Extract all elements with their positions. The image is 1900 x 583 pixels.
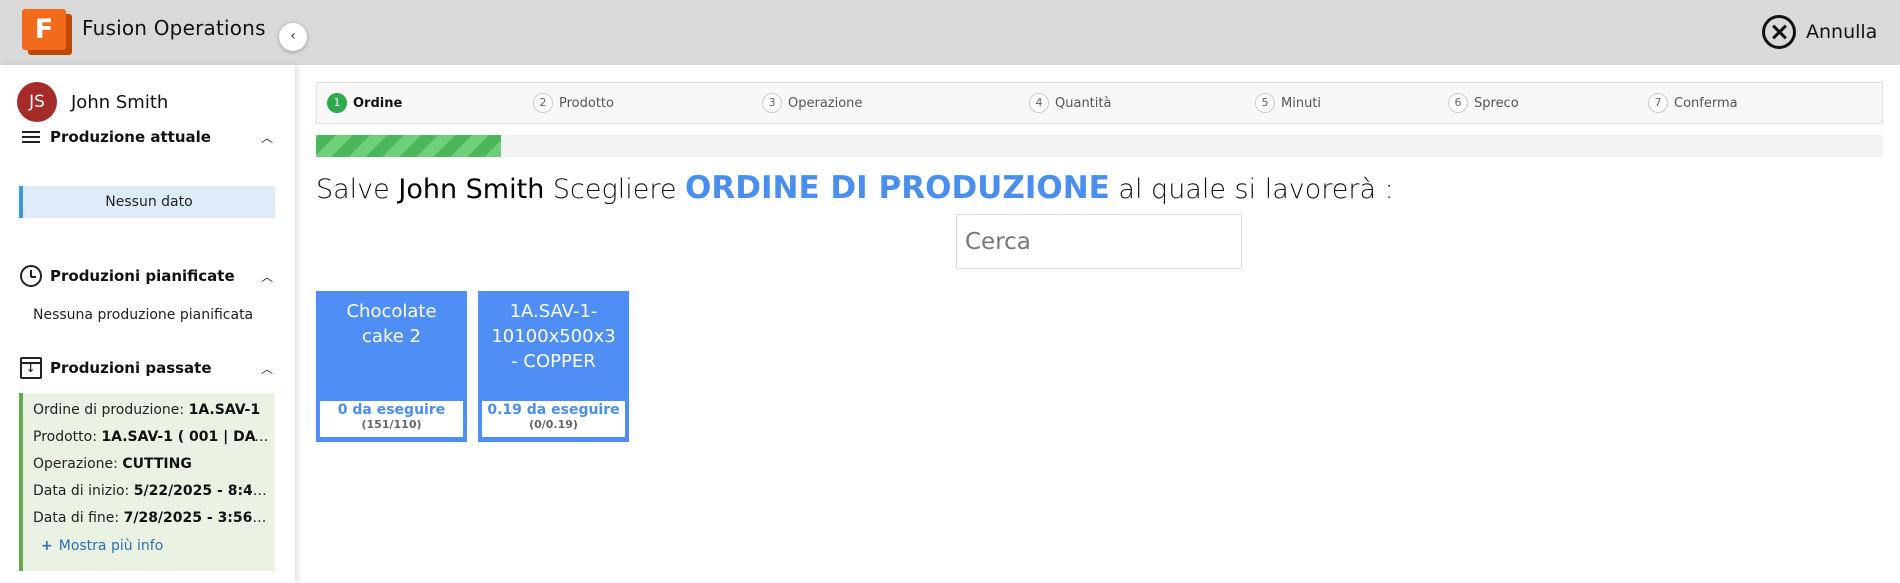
past-production-card: Ordine di produzione: 1A.SAV-1 Prodotto:…: [19, 393, 275, 571]
order-todo: 0 da eseguire: [337, 402, 446, 418]
chevron-up-icon[interactable]: ︿: [259, 129, 275, 146]
chevron-up-icon[interactable]: ︿: [259, 360, 275, 377]
user-profile: JS John Smith: [17, 82, 168, 122]
clock-icon: [20, 265, 42, 287]
planned-productions-empty: Nessuna produzione pianificata: [33, 307, 254, 323]
section-current-production[interactable]: Produzione attuale ︿: [20, 125, 275, 149]
order-card[interactable]: 1A.SAV-1-10100x500x3 - COPPER 0.19 da es…: [478, 291, 629, 442]
step-spreco[interactable]: 6 Spreco: [1448, 93, 1519, 113]
page-prompt: Salve John Smith Scegliere ORDINE DI PRO…: [316, 170, 1394, 206]
order-todo: 0.19 da eseguire: [487, 402, 620, 418]
current-production-empty: Nessun dato: [19, 186, 275, 218]
section-past-productions[interactable]: Produzioni passate ︿: [20, 356, 275, 380]
step-quantita[interactable]: 4 Quantità: [1029, 93, 1111, 113]
order-card[interactable]: Chocolate cake 2 0 da eseguire (151/110): [316, 291, 467, 442]
past-row-end-date: Data di fine: 7/28/2025 - 3:56 P...: [33, 510, 271, 526]
prompt-user-name: John Smith: [398, 174, 545, 205]
wizard-progress-bar: [316, 135, 1883, 157]
avatar: JS: [17, 82, 57, 122]
cancel-button[interactable]: Annulla: [1762, 14, 1877, 50]
prompt-highlight: ORDINE DI PRODUZIONE: [685, 170, 1110, 206]
order-status: 0 da eseguire (151/110): [320, 401, 463, 437]
sidebar: JS John Smith Produzione attuale ︿ Nessu…: [0, 65, 295, 583]
order-name: 1A.SAV-1-10100x500x3 - COPPER: [491, 301, 616, 372]
step-minuti[interactable]: 5 Minuti: [1255, 93, 1321, 113]
progress-fill: [316, 135, 501, 157]
close-circle-icon: [1762, 15, 1796, 49]
section-title: Produzioni passate: [50, 359, 212, 377]
step-prodotto[interactable]: 2 Prodotto: [533, 93, 614, 113]
past-row-order: Ordine di produzione: 1A.SAV-1: [33, 402, 261, 418]
order-name: Chocolate cake 2: [346, 301, 437, 347]
search-input[interactable]: [956, 214, 1242, 269]
chevron-up-icon[interactable]: ︿: [259, 268, 275, 285]
collapse-sidebar-button[interactable]: ‹: [279, 23, 307, 51]
cancel-label: Annulla: [1806, 21, 1878, 43]
plus-icon: +: [41, 538, 53, 554]
wizard-stepper: 1 Ordine 2 Prodotto 3 Operazione 4 Quantità …: [316, 82, 1883, 124]
step-operazione[interactable]: 3 Operazione: [762, 93, 862, 113]
step-conferma[interactable]: 7 Conferma: [1648, 93, 1738, 113]
section-title: Produzioni pianificate: [50, 267, 235, 285]
section-planned-productions[interactable]: Produzioni pianificate ︿: [20, 264, 275, 288]
past-row-operation: Operazione: CUTTING: [33, 456, 192, 472]
user-name: John Smith: [71, 91, 169, 113]
menu-icon: [20, 126, 42, 148]
past-row-product: Prodotto: 1A.SAV-1 ( 001 | DAY ...: [33, 429, 271, 445]
past-row-start-date: Data di inizio: 5/22/2025 - 8:46...: [33, 483, 271, 499]
archive-download-icon: [20, 357, 42, 379]
chevron-left-icon: ‹: [290, 28, 296, 44]
app-title: Fusion Operations: [82, 16, 266, 40]
order-counts: (0/0.19): [529, 418, 578, 431]
order-status: 0.19 da eseguire (0/0.19): [482, 401, 625, 437]
app-logo-icon: F: [22, 9, 72, 55]
order-counts: (151/110): [361, 418, 422, 431]
section-title: Produzione attuale: [50, 128, 211, 146]
step-ordine[interactable]: 1 Ordine: [327, 93, 402, 113]
show-more-info-link[interactable]: + Mostra più info: [41, 538, 163, 554]
